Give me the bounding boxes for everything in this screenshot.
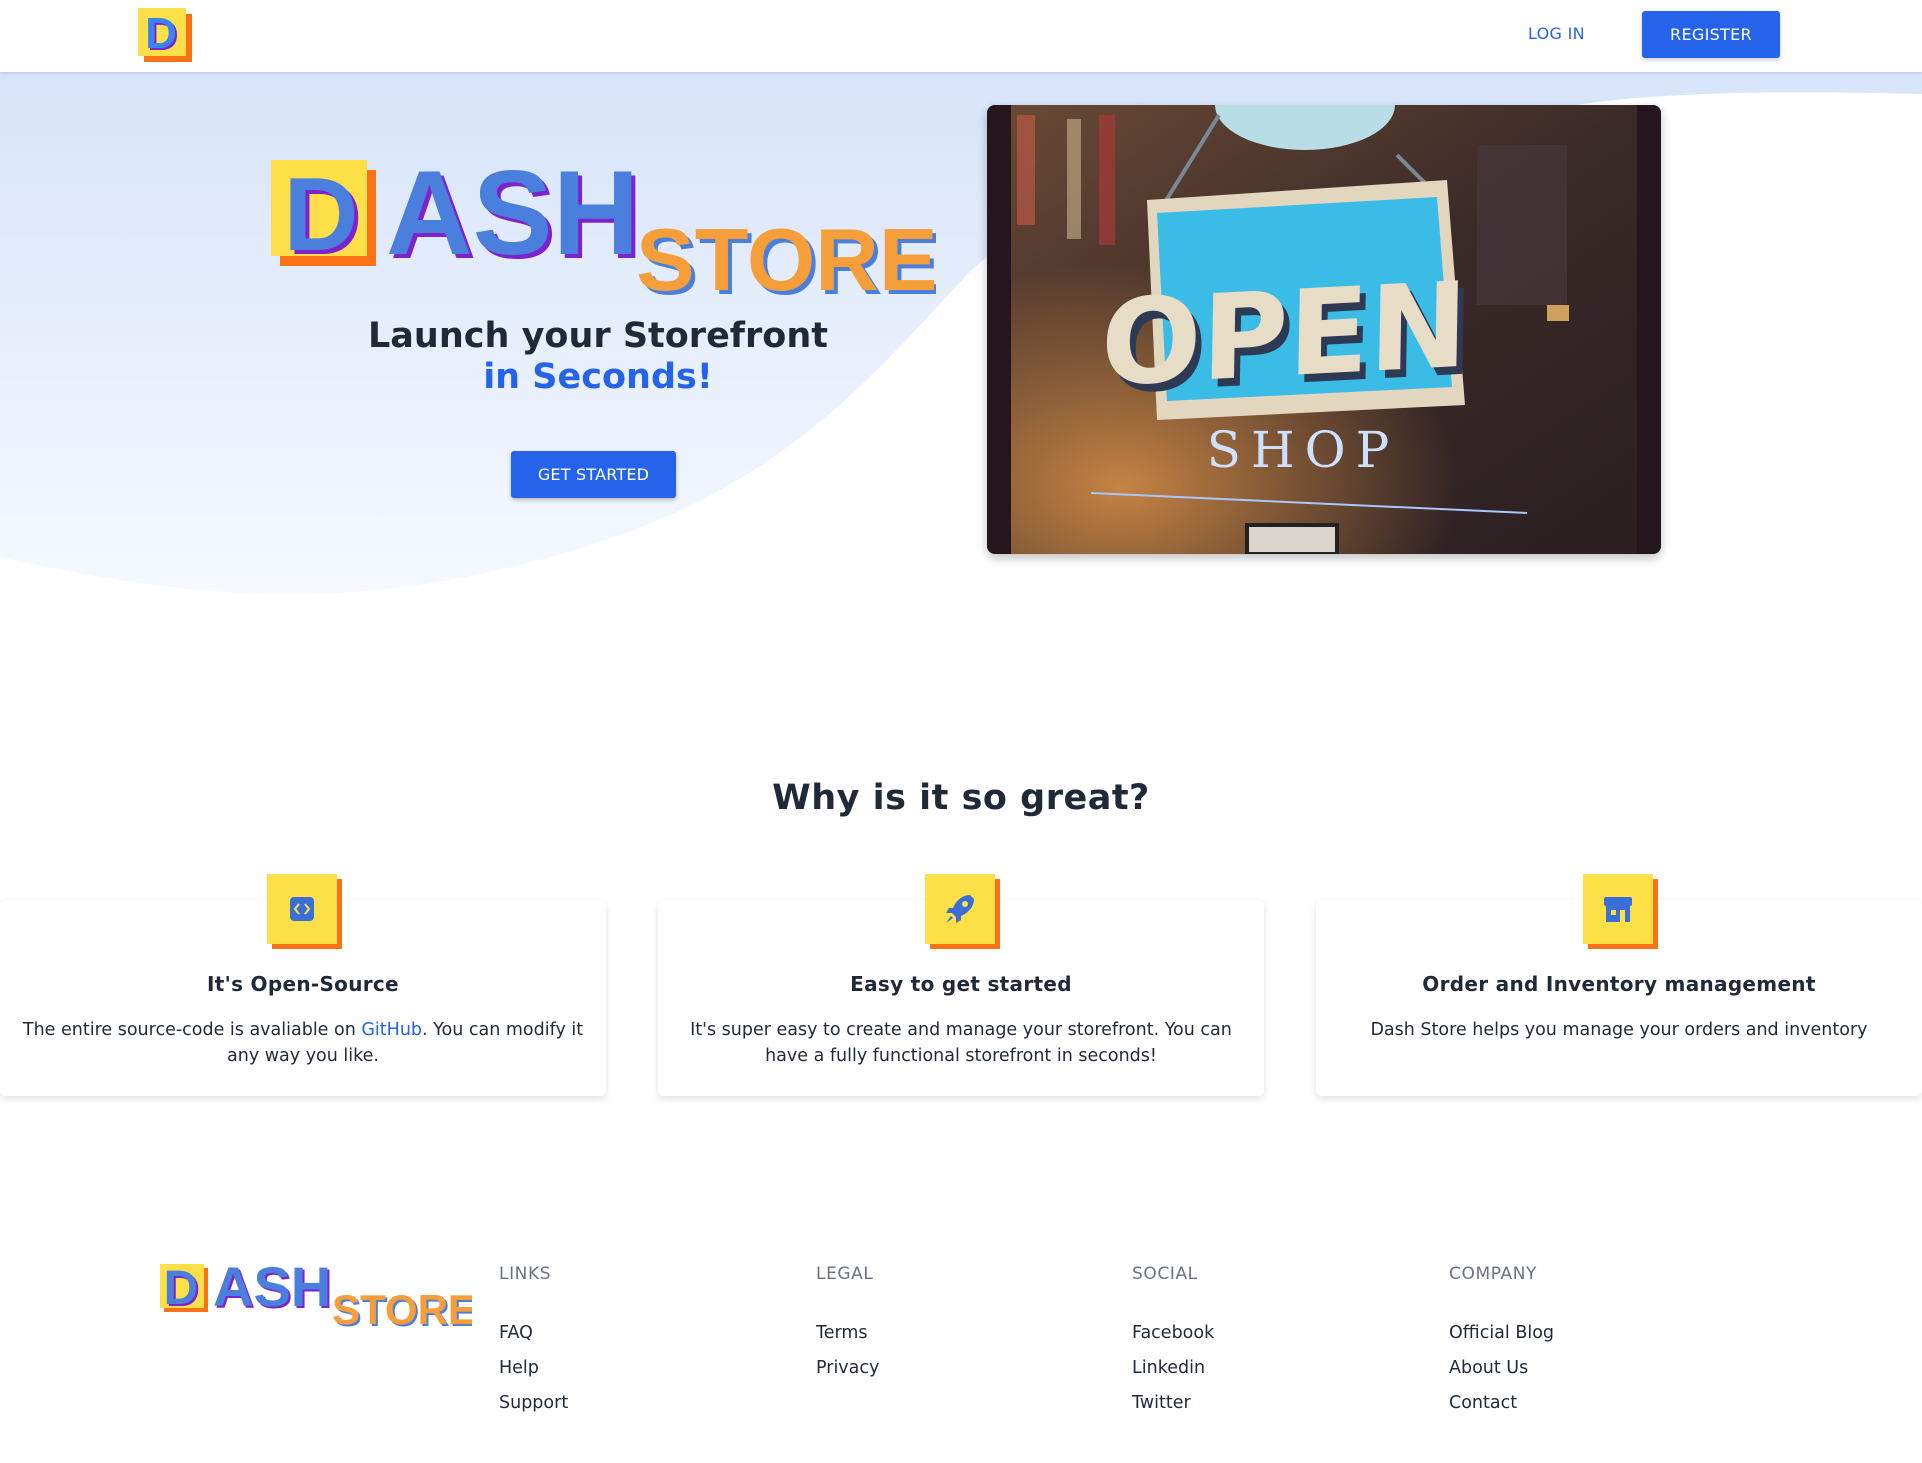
hero-title-line2: in Seconds!: [483, 357, 713, 397]
footer-link-terms[interactable]: Terms: [816, 1316, 879, 1351]
footer-column-social: SOCIAL Facebook Linkedin Twitter: [1132, 1264, 1214, 1421]
feature-description: The entire source-code is avaliable on G…: [22, 1017, 584, 1069]
logo-dash: ASH: [213, 1262, 331, 1318]
feature-card-easy-start: Easy to get started It's super easy to c…: [658, 874, 1264, 1096]
footer-link-twitter[interactable]: Twitter: [1132, 1386, 1214, 1421]
dash-store-hero-logo: D D ASH ASH STORE STORE: [271, 158, 936, 303]
footer-column-legal: LEGAL Terms Privacy: [816, 1264, 879, 1386]
features-title: Why is it so great?: [772, 778, 1150, 818]
feature-card-inventory: Order and Inventory management Dash Stor…: [1316, 874, 1922, 1096]
store-icon: [1604, 897, 1632, 922]
sign-shop-text: SHOP: [1207, 421, 1400, 479]
github-link[interactable]: GitHub: [361, 1020, 422, 1040]
footer-heading: SOCIAL: [1132, 1264, 1198, 1284]
feature-description: Dash Store helps you manage your orders …: [1370, 1020, 1868, 1040]
footer-link-faq[interactable]: FAQ: [499, 1316, 568, 1351]
footer-column-company: COMPANY Official Blog About Us Contact: [1449, 1264, 1554, 1421]
footer-link-help[interactable]: Help: [499, 1351, 568, 1386]
hero-title-line1: Launch your Storefront: [368, 316, 828, 356]
footer-heading: LEGAL: [816, 1264, 874, 1284]
hero-title: Launch your Storefront in Seconds!: [280, 316, 916, 398]
footer-heading: LINKS: [499, 1264, 552, 1284]
footer-link-contact[interactable]: Contact: [1449, 1386, 1554, 1421]
feature-card-open-source: It's Open-Source The entire source-code …: [0, 874, 606, 1096]
footer-heading: COMPANY: [1449, 1264, 1538, 1284]
register-button[interactable]: REGISTER: [1642, 11, 1780, 58]
logo-d: D: [164, 1262, 199, 1315]
logo-store: STORE: [332, 1286, 472, 1330]
footer-link-about-us[interactable]: About Us: [1449, 1351, 1554, 1386]
footer-link-privacy[interactable]: Privacy: [816, 1351, 879, 1386]
feature-icon-box: [267, 874, 342, 949]
feature-icon-box: [925, 874, 1000, 949]
feature-description: It's super easy to create and manage you…: [690, 1020, 1232, 1066]
feature-title: Easy to get started: [850, 972, 1072, 996]
logo-letter: D: [145, 9, 177, 58]
feature-icon-box: [1583, 874, 1658, 949]
feature-title: Order and Inventory management: [1422, 972, 1816, 996]
open-shop-sign-image: OPEN OPEN SHOP: [987, 105, 1661, 554]
dash-logo-icon[interactable]: D D: [138, 8, 192, 62]
footer-link-linkedin[interactable]: Linkedin: [1132, 1351, 1214, 1386]
dash-store-footer-logo[interactable]: D D ASH ASH STORE STORE: [158, 1262, 472, 1330]
top-navbar: D D LOG IN REGISTER: [0, 0, 1922, 72]
footer-link-official-blog[interactable]: Official Blog: [1449, 1316, 1554, 1351]
code-icon: [290, 897, 314, 921]
rocket-icon: [946, 895, 974, 923]
logo-store: STORE: [636, 210, 936, 303]
login-link[interactable]: LOG IN: [1520, 20, 1593, 48]
logo-d: D: [283, 158, 358, 273]
footer-link-facebook[interactable]: Facebook: [1132, 1316, 1214, 1351]
get-started-button[interactable]: GET STARTED: [511, 451, 676, 498]
logo-dash: ASH: [386, 158, 639, 280]
sign-open-text: OPEN: [1100, 256, 1469, 413]
footer-link-support[interactable]: Support: [499, 1386, 568, 1421]
feature-title: It's Open-Source: [207, 972, 399, 996]
feature-text: The entire source-code is avaliable on: [22, 1020, 362, 1040]
footer-column-links: LINKS FAQ Help Support: [499, 1264, 568, 1421]
